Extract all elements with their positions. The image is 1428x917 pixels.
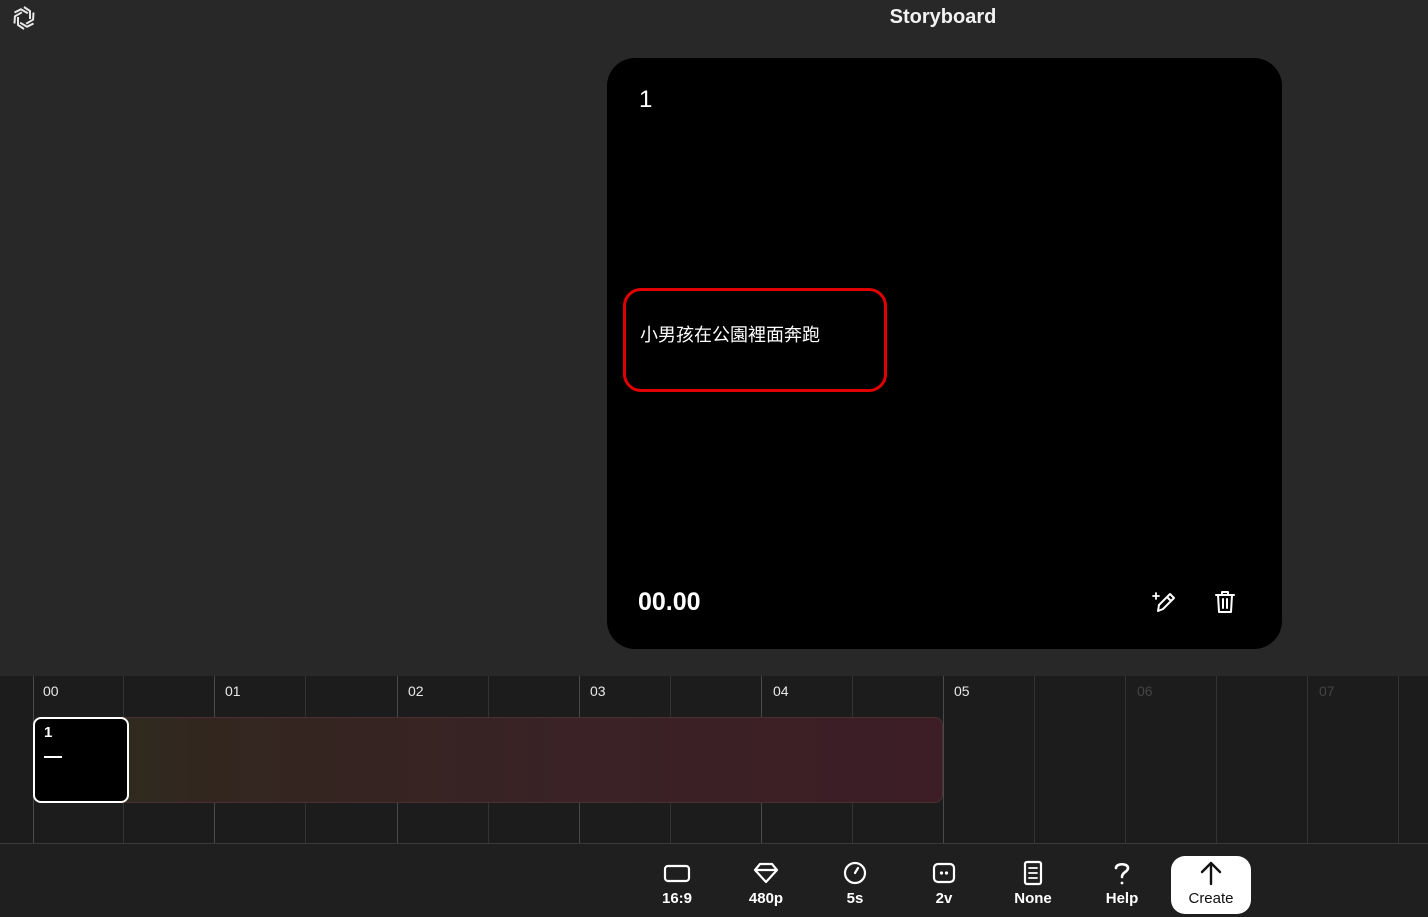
tick-line [943,676,944,843]
scene-card[interactable]: 1 小男孩在公園裡面奔跑 00.00 [607,58,1282,649]
preset-label: None [1014,890,1052,907]
question-icon [1111,856,1133,890]
page-title: Storyboard [889,6,997,28]
preset-icon [1021,856,1045,890]
create-label: Create [1188,890,1234,907]
tick-label: 05 [954,683,970,699]
openai-logo-icon[interactable] [8,2,40,34]
clip-caption-indicator [44,756,62,758]
diamond-icon [752,856,780,890]
duration-label: 5s [846,890,864,907]
resolution-button[interactable]: 480p [730,856,802,914]
tick-label: 02 [408,683,424,699]
tick-label: 06 [1137,683,1153,699]
tick-line [1125,676,1126,843]
trash-icon[interactable] [1209,586,1241,618]
tick-label: 01 [225,683,241,699]
variations-button[interactable]: 2v [908,856,980,914]
clip-number: 1 [44,724,53,741]
clip-thumbnail[interactable]: 1 [33,717,129,803]
tick-label: 07 [1319,683,1335,699]
variations-label: 2v [935,890,953,907]
clock-icon [842,856,868,890]
tick-label: 03 [590,683,606,699]
bottom-toolbar: 16:9 480p 5s 2v None Help Create [0,843,1428,917]
tick-label: 00 [43,683,59,699]
scene-caption[interactable]: 小男孩在公園裡面奔跑 [640,321,820,347]
resolution-label: 480p [748,890,784,907]
tick-line [1398,676,1399,843]
tick-label: 04 [773,683,789,699]
help-button[interactable]: Help [1086,856,1158,914]
clip-duration-bar[interactable] [36,717,943,803]
magic-pencil-icon[interactable] [1149,586,1181,618]
duration-button[interactable]: 5s [819,856,891,914]
create-button[interactable]: Create [1171,856,1251,914]
tick-line [1307,676,1308,843]
preset-button[interactable]: None [997,856,1069,914]
arrow-up-icon [1199,856,1223,890]
timeline[interactable]: 00 01 02 03 04 05 06 07 1 [0,676,1428,843]
scene-number: 1 [639,86,653,113]
scene-timestamp: 00.00 [638,588,701,616]
help-label: Help [1105,890,1139,907]
aspect-ratio-label: 16:9 [661,890,693,907]
variations-icon [931,856,957,890]
tick-line [1216,676,1217,843]
tick-line [1034,676,1035,843]
caption-highlight: 小男孩在公園裡面奔跑 [623,288,887,392]
aspect-ratio-button[interactable]: 16:9 [641,856,713,914]
rectangle-icon [663,856,691,890]
